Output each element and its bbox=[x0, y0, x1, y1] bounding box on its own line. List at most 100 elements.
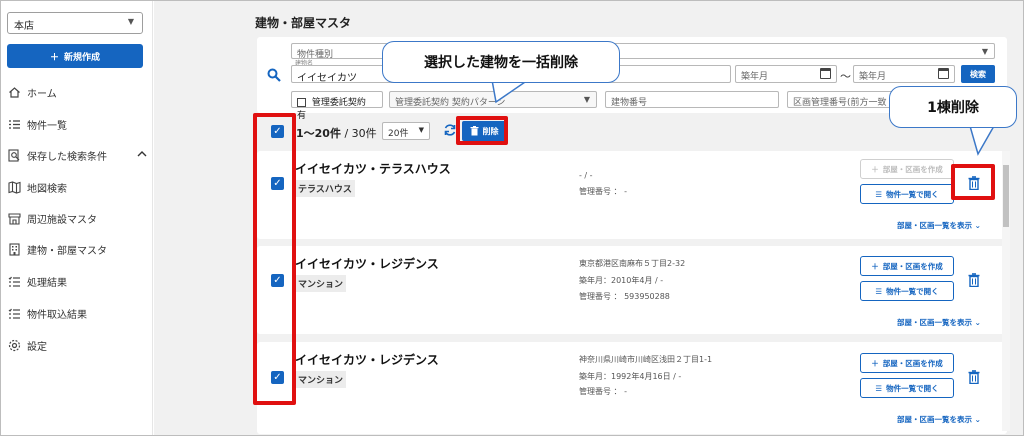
single-delete-callout: 1棟削除 bbox=[889, 86, 1017, 128]
map-icon bbox=[7, 180, 21, 194]
store-icon bbox=[7, 211, 21, 225]
open-in-list-button[interactable]: ☰ 物件一覧で開く bbox=[860, 184, 954, 204]
open-in-list-button[interactable]: ☰ 物件一覧で開く bbox=[860, 378, 954, 398]
expand-rooms-link[interactable]: 部屋・区画一覧を表示 ⌄ bbox=[897, 317, 981, 328]
expand-rooms-link[interactable]: 部屋・区画一覧を表示 ⌄ bbox=[897, 414, 981, 425]
callout-pointer bbox=[491, 80, 530, 104]
chevron-up-icon[interactable] bbox=[137, 150, 147, 161]
callout-pointer bbox=[969, 126, 995, 156]
sidebar-item-settings[interactable]: 設定 bbox=[7, 336, 147, 354]
sidebar: 本店 ▼ ＋ 新規作成 ホーム 物件一覧 保存した検索条件 地図検索 周辺施設マ… bbox=[1, 1, 153, 435]
chevron-down-icon: ⌄ bbox=[974, 221, 981, 230]
sidebar-item-label: 処理結果 bbox=[27, 277, 67, 289]
bulk-delete-callout: 選択した建物を一括削除 bbox=[382, 41, 620, 83]
create-room-button[interactable]: ＋部屋・区画を作成 bbox=[860, 159, 954, 179]
building-type-badge: マンション bbox=[295, 275, 347, 292]
scrollbar[interactable] bbox=[1002, 151, 1010, 431]
building-number-placeholder: 建物番号 bbox=[611, 98, 648, 108]
sidebar-item-label: 建物・部屋マスタ bbox=[27, 245, 107, 257]
create-room-button[interactable]: ＋部屋・区画を作成 bbox=[860, 256, 954, 276]
list-icon: ☰ bbox=[875, 189, 883, 199]
chevron-down-icon: ▼ bbox=[418, 126, 424, 134]
open-in-list-label: 物件一覧で開く bbox=[886, 189, 939, 199]
built-from-placeholder: 築年月 bbox=[741, 72, 769, 82]
checkbox-box[interactable] bbox=[297, 98, 306, 107]
chevron-down-icon: ⌄ bbox=[974, 318, 981, 327]
page-title: 建物・部屋マスタ bbox=[255, 16, 352, 30]
plus-icon: ＋ bbox=[871, 164, 879, 174]
building-mgmt-no: 管理番号 ： - bbox=[579, 387, 627, 396]
sidebar-item-property-list[interactable]: 物件一覧 bbox=[7, 115, 147, 133]
sidebar-item-map-search[interactable]: 地図検索 bbox=[7, 178, 147, 196]
checklist-icon bbox=[7, 274, 21, 288]
building-built-date: 築年月：1992年4月16日 / - bbox=[579, 372, 682, 381]
built-to-input[interactable]: 築年月 bbox=[853, 65, 955, 83]
expand-rooms-label: 部屋・区画一覧を表示 bbox=[897, 221, 972, 230]
building-type-badge: マンション bbox=[295, 371, 347, 388]
building-name: イイセイカツ・レジデンス bbox=[295, 353, 439, 367]
sidebar-item-building-master[interactable]: 建物・部屋マスタ bbox=[7, 240, 147, 258]
refresh-icon[interactable] bbox=[443, 123, 457, 141]
sidebar-item-label: 周辺施設マスタ bbox=[27, 214, 97, 226]
building-type-badge: テラスハウス bbox=[295, 180, 355, 197]
scrollbar-thumb[interactable] bbox=[1003, 165, 1009, 227]
sidebar-item-nearby-master[interactable]: 周辺施設マスタ bbox=[7, 209, 147, 227]
calendar-icon[interactable] bbox=[820, 68, 831, 79]
calendar-icon[interactable] bbox=[938, 68, 949, 79]
chevron-down-icon: ▼ bbox=[981, 47, 988, 56]
sidebar-item-label: 設定 bbox=[27, 341, 47, 353]
building-mgmt-no: 管理番号 ： 593950288 bbox=[579, 292, 670, 301]
single-delete-callout-text: 1棟削除 bbox=[927, 100, 979, 116]
per-page-select[interactable]: 20件 ▼ bbox=[382, 122, 430, 140]
building-name: イイセイカツ・レジデンス bbox=[295, 257, 439, 271]
built-from-input[interactable]: 築年月 bbox=[735, 65, 837, 83]
built-to-placeholder: 築年月 bbox=[859, 72, 887, 82]
list-icon: ☰ bbox=[875, 286, 883, 296]
range-separator: 〜 bbox=[840, 70, 851, 83]
home-icon bbox=[7, 85, 21, 99]
building-address: 神奈川県川崎市川崎区浅田２丁目1-1 bbox=[579, 355, 713, 364]
building-address: - / - bbox=[579, 171, 593, 180]
new-create-button[interactable]: ＋ 新規作成 bbox=[7, 44, 143, 68]
building-card: ✓ イイセイカツ・レジデンス マンション 東京都港区南麻布５丁目2-32 築年月… bbox=[257, 246, 1007, 334]
expand-rooms-link[interactable]: 部屋・区画一覧を表示 ⌄ bbox=[897, 220, 981, 231]
gear-icon bbox=[7, 338, 21, 352]
building-card: ✓ イイセイカツ・レジデンス マンション 神奈川県川崎市川崎区浅田２丁目1-1 … bbox=[257, 342, 1007, 434]
search-icon bbox=[267, 68, 281, 82]
chevron-down-icon: ▼ bbox=[127, 17, 134, 26]
open-in-list-button[interactable]: ☰ 物件一覧で開く bbox=[860, 281, 954, 301]
building-mgmt-no: 管理番号 ： - bbox=[579, 187, 627, 196]
create-room-button[interactable]: ＋部屋・区画を作成 bbox=[860, 353, 954, 373]
sidebar-item-process-results[interactable]: 処理結果 bbox=[7, 272, 147, 290]
building-card: ✓ イイセイカツ・テラスハウス テラスハウス - / - 管理番号 ： - ＋部… bbox=[257, 151, 1007, 239]
plus-icon: ＋ bbox=[871, 358, 879, 368]
create-room-label: 部屋・区画を作成 bbox=[882, 261, 943, 271]
result-count: 1〜20件 / 30件 bbox=[296, 125, 377, 141]
open-in-list-label: 物件一覧で開く bbox=[886, 383, 939, 393]
bulk-delete-highlight bbox=[456, 116, 508, 145]
building-icon bbox=[7, 242, 21, 256]
building-name-value: イイセイカツ bbox=[297, 73, 357, 84]
saved-search-icon bbox=[7, 148, 21, 162]
per-page-value: 20件 bbox=[388, 129, 409, 139]
sidebar-item-label: 物件取込結果 bbox=[27, 309, 87, 321]
plus-icon: ＋ bbox=[871, 261, 879, 271]
sidebar-item-import-results[interactable]: 物件取込結果 bbox=[7, 304, 147, 322]
trash-icon[interactable] bbox=[968, 370, 980, 384]
sidebar-item-label: 保存した検索条件 bbox=[27, 151, 107, 163]
building-built-date: 築年月：2010年4月 / - bbox=[579, 276, 664, 285]
chevron-down-icon: ⌄ bbox=[974, 415, 981, 424]
single-delete-highlight bbox=[951, 164, 995, 200]
trash-icon[interactable] bbox=[968, 273, 980, 287]
building-number-input[interactable]: 建物番号 bbox=[605, 91, 779, 108]
chevron-down-icon: ▼ bbox=[583, 95, 590, 104]
store-select[interactable]: 本店 ▼ bbox=[7, 12, 143, 34]
list-icon: ☰ bbox=[875, 383, 883, 393]
building-address: 東京都港区南麻布５丁目2-32 bbox=[579, 259, 686, 268]
sidebar-item-label: ホーム bbox=[27, 88, 57, 100]
mgmt-contract-checkbox[interactable]: 管理委託契約 有 bbox=[291, 91, 383, 121]
sidebar-item-saved-search[interactable]: 保存した検索条件 bbox=[7, 146, 147, 164]
contract-pattern-placeholder: 管理委託契約 契約パターン bbox=[395, 98, 506, 108]
search-button[interactable]: 検索 bbox=[961, 65, 995, 83]
sidebar-item-home[interactable]: ホーム bbox=[7, 83, 147, 101]
